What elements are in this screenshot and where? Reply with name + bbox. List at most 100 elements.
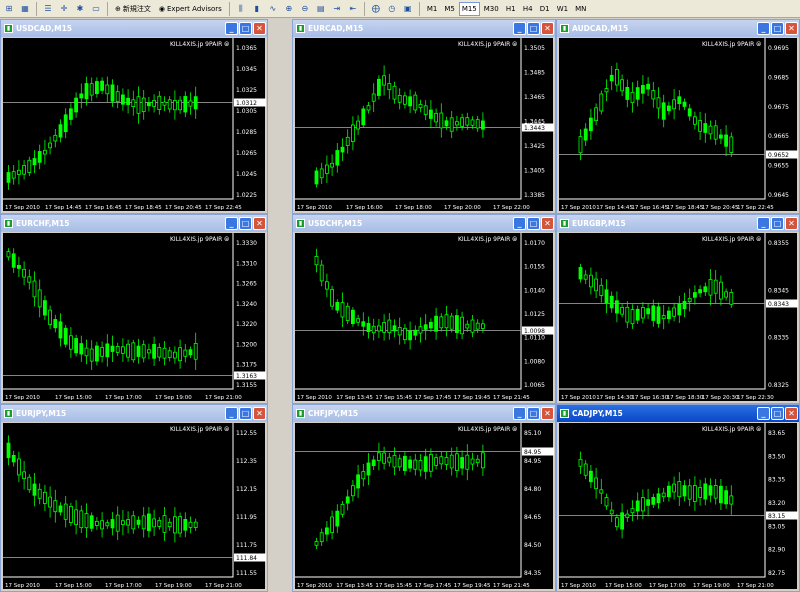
chart-plot-area[interactable]: KILL4XIS.jp 9PAIR ⦾ 0.8355 0.8345 0.8335 0.8… [559, 233, 798, 401]
chart-window[interactable]: ▮ CADJPY,M15 _ □ ✕ KILL4XIS.jp 9PAIR ⦾ 83.65 83… [556, 404, 800, 592]
chart-titlebar[interactable]: ▮ USDCHF,M15 _ □ ✕ [293, 215, 555, 232]
chart-plot-area[interactable]: KILL4XIS.jp 9PAIR ⦾ 85.10 84.95 84.80 84.65 8… [295, 423, 554, 589]
tile-windows-icon[interactable]: ▤ [314, 2, 328, 16]
close-icon[interactable]: ✕ [785, 217, 798, 230]
chart-window[interactable]: ▮ EURJPY,M15 _ □ ✕ KILL4XIS.jp 9PAIR ⦾ 112.55 1… [0, 404, 268, 592]
chart-titlebar[interactable]: ▮ EURGBP,M15 _ □ ✕ [557, 215, 799, 232]
chart-titlebar[interactable]: ▮ AUDCAD,M15 _ □ ✕ [557, 20, 799, 37]
maximize-icon[interactable]: □ [239, 22, 252, 35]
maximize-icon[interactable]: □ [527, 407, 540, 420]
new-order-button[interactable]: ⊕ 新規注文 [112, 2, 154, 16]
y-tick-label: 1.0065 [524, 382, 545, 389]
indicators-icon[interactable]: ⨁ [369, 2, 383, 16]
candle-body [677, 481, 682, 498]
close-icon[interactable]: ✕ [541, 22, 554, 35]
chart-shift-icon[interactable]: ⇤ [346, 2, 360, 16]
chart-titlebar[interactable]: ▮ EURJPY,M15 _ □ ✕ [1, 405, 267, 422]
candle-body [599, 489, 604, 494]
chart-window-title: EURGBP,M15 [572, 219, 626, 228]
line-chart-icon[interactable]: ∿ [266, 2, 280, 16]
timeframe-d1[interactable]: D1 [537, 2, 553, 16]
maximize-icon[interactable]: □ [527, 22, 540, 35]
maximize-icon[interactable]: □ [239, 217, 252, 230]
chart-window[interactable]: ▮ EURGBP,M15 _ □ ✕ KILL4XIS.jp 9PAIR ⦾ 0.8355 0… [556, 214, 800, 404]
minimize-icon[interactable]: _ [513, 407, 526, 420]
chart-window-icon: ▮ [4, 219, 13, 228]
close-icon[interactable]: ✕ [785, 22, 798, 35]
bar-chart-icon[interactable]: ⫼ [234, 2, 248, 16]
chart-plot-area[interactable]: KILL4XIS.jp 9PAIR ⦾ 112.55 112.35 112.15 111… [3, 423, 266, 589]
chart-plot-area[interactable]: KILL4XIS.jp 9PAIR ⦾ 1.0170 1.0155 1.0140 1.0… [295, 233, 554, 401]
chart-titlebar[interactable]: ▮ CADJPY,M15 _ □ ✕ [557, 405, 799, 422]
y-tick-label: 0.9695 [768, 45, 789, 52]
timeframe-m30[interactable]: M30 [481, 2, 502, 16]
maximize-icon[interactable]: □ [771, 217, 784, 230]
maximize-icon[interactable]: □ [239, 407, 252, 420]
chart-titlebar[interactable]: ▮ USDCAD,M15 _ □ ✕ [1, 20, 267, 37]
maximize-icon[interactable]: □ [771, 407, 784, 420]
minimize-icon[interactable]: _ [513, 22, 526, 35]
periods-icon[interactable]: ◷ [385, 2, 399, 16]
chart-titlebar[interactable]: ▮ EURCAD,M15 _ □ ✕ [293, 20, 555, 37]
y-tick-label: 84.95 [524, 458, 541, 465]
maximize-icon[interactable]: □ [771, 22, 784, 35]
chart-window[interactable]: ▮ EURCHF,M15 _ □ ✕ KILL4XIS.jp 9PAIR ⦾ 1.3330 1… [0, 214, 268, 404]
timeframe-m5[interactable]: M5 [441, 2, 458, 16]
candle-body [434, 112, 439, 123]
chart-window[interactable]: ▮ USDCAD,M15 _ □ ✕ KILL4XIS.jp 9PAIR ⦾ 1.0365 1… [0, 19, 268, 214]
candle-body [188, 521, 193, 528]
close-icon[interactable]: ✕ [253, 407, 266, 420]
chart-plot-area[interactable]: KILL4XIS.jp 9PAIR ⦾ 0.9695 0.9685 0.9675 0.9… [559, 38, 798, 211]
minimize-icon[interactable]: _ [225, 217, 238, 230]
timeframe-mn[interactable]: MN [572, 2, 589, 16]
templates-icon[interactable]: ▣ [401, 2, 415, 16]
close-icon[interactable]: ✕ [541, 407, 554, 420]
zoom-out-icon[interactable]: ⊖ [298, 2, 312, 16]
candle-body [418, 103, 423, 109]
current-price-label: 1.0098 [524, 328, 545, 335]
zoom-in-icon[interactable]: ⊕ [282, 2, 296, 16]
maximize-icon[interactable]: □ [527, 217, 540, 230]
new-chart-icon[interactable]: ⊞ [2, 2, 16, 16]
minimize-icon[interactable]: _ [757, 407, 770, 420]
candle-body [630, 91, 635, 104]
close-icon[interactable]: ✕ [785, 407, 798, 420]
close-icon[interactable]: ✕ [541, 217, 554, 230]
candle-body [115, 346, 120, 353]
autoscroll-icon[interactable]: ⇥ [330, 2, 344, 16]
minimize-icon[interactable]: _ [757, 22, 770, 35]
minimize-icon[interactable]: _ [225, 22, 238, 35]
chart-window[interactable]: ▮ EURCAD,M15 _ □ ✕ KILL4XIS.jp 9PAIR ⦾ 1.3505 1… [292, 19, 556, 214]
chart-window[interactable]: ▮ USDCHF,M15 _ □ ✕ KILL4XIS.jp 9PAIR ⦾ 1.0170 1… [292, 214, 556, 404]
chart-plot-area[interactable]: KILL4XIS.jp 9PAIR ⦾ 83.65 83.50 83.35 83.20 8… [559, 423, 798, 589]
chart-window[interactable]: ▮ CHFJPY,M15 _ □ ✕ KILL4XIS.jp 9PAIR ⦾ 85.10 84… [292, 404, 556, 592]
chart-window[interactable]: ▮ AUDCAD,M15 _ □ ✕ KILL4XIS.jp 9PAIR ⦾ 0.9695 0… [556, 19, 800, 214]
minimize-icon[interactable]: _ [513, 217, 526, 230]
chart-plot-area[interactable]: KILL4XIS.jp 9PAIR ⦾ 1.0365 1.0345 1.0325 1.0… [3, 38, 266, 211]
chart-titlebar[interactable]: ▮ EURCHF,M15 _ □ ✕ [1, 215, 267, 232]
timeframe-h1[interactable]: H1 [503, 2, 519, 16]
timeframe-m1[interactable]: M1 [424, 2, 441, 16]
minimize-icon[interactable]: _ [757, 217, 770, 230]
timeframe-m15[interactable]: M15 [458, 1, 480, 16]
minimize-icon[interactable]: _ [225, 407, 238, 420]
chart-plot-area[interactable]: KILL4XIS.jp 9PAIR ⦾ 1.3330 1.3310 1.3265 1.3… [3, 233, 266, 401]
timeframe-h4[interactable]: H4 [520, 2, 536, 16]
candle-body [79, 510, 84, 529]
close-icon[interactable]: ✕ [253, 217, 266, 230]
profiles-icon[interactable]: ▦ [18, 2, 32, 16]
crosshair-icon[interactable]: ✛ [57, 2, 71, 16]
close-icon[interactable]: ✕ [253, 22, 266, 35]
candle-body [152, 518, 157, 528]
candle-chart-icon[interactable]: ▮ [250, 2, 264, 16]
navigator-icon[interactable]: ✱ [73, 2, 87, 16]
chart-titlebar[interactable]: ▮ CHFJPY,M15 _ □ ✕ [293, 405, 555, 422]
market-watch-icon[interactable]: ☰ [41, 2, 55, 16]
y-tick-label: 0.8335 [768, 335, 789, 342]
candle-body [413, 94, 418, 111]
terminal-icon[interactable]: ▭ [89, 2, 103, 16]
timeframe-w1[interactable]: W1 [554, 2, 571, 16]
chart-plot-area[interactable]: KILL4XIS.jp 9PAIR ⦾ 1.3505 1.3485 1.3465 1.3… [295, 38, 554, 211]
expert-advisors-button[interactable]: ◉ Expert Advisors [156, 2, 225, 16]
x-tick-label: 17 Sep 19:45 [454, 395, 491, 401]
